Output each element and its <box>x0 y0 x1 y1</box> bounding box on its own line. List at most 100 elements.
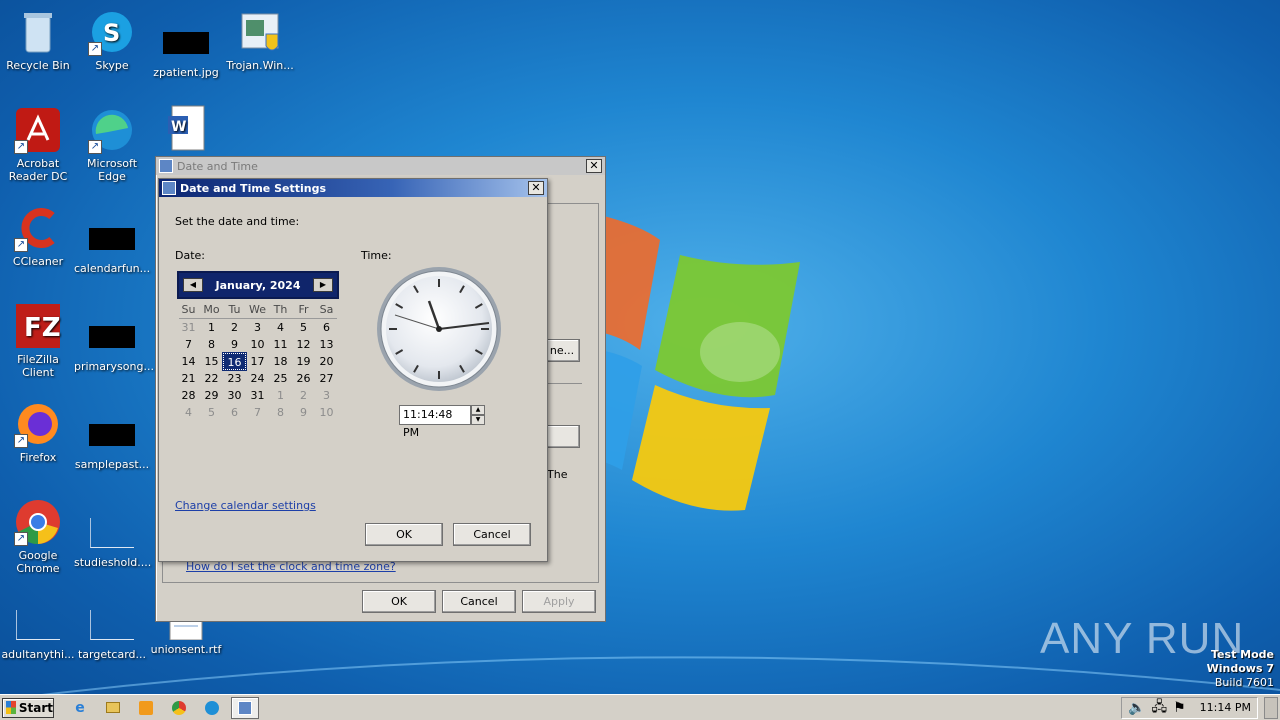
taskbar-ie-icon[interactable]: e <box>66 697 94 719</box>
calendar-day[interactable]: 9 <box>223 336 246 353</box>
calendar-day[interactable]: 23 <box>223 370 246 387</box>
desktop-icon-acrobat[interactable]: ↗ Acrobat Reader DC <box>0 106 76 183</box>
calendar-day[interactable]: 10 <box>246 336 269 353</box>
action-center-flag-icon[interactable]: ⚑ <box>1173 700 1186 716</box>
calendar-day[interactable]: 17 <box>246 353 269 370</box>
calendar-day[interactable]: 7 <box>246 404 269 421</box>
desktop-icon-chrome[interactable]: ↗ Google Chrome <box>0 498 76 575</box>
weekday-sat: Sa <box>319 303 334 316</box>
calendar-day[interactable]: 24 <box>246 370 269 387</box>
change-calendar-settings-link[interactable]: Change calendar settings <box>175 499 316 512</box>
calendar-day[interactable]: 10 <box>315 404 338 421</box>
taskbar-edge-icon[interactable] <box>198 697 226 719</box>
calendar-day[interactable]: 25 <box>269 370 292 387</box>
calendar-day[interactable]: 6 <box>315 319 338 336</box>
desktop-icon-word-doc[interactable]: W <box>148 104 224 155</box>
calendar-day[interactable]: 31 <box>246 387 269 404</box>
time-down-arrow-icon[interactable]: ▼ <box>471 415 485 425</box>
desktop-icon-ccleaner[interactable]: ↗ CCleaner <box>0 204 76 268</box>
calendar-day[interactable]: 31 <box>177 319 200 336</box>
calendar-day[interactable]: 18 <box>269 353 292 370</box>
redacted-thumbnail <box>89 424 135 446</box>
calendar-month-label[interactable]: January, 2024 <box>205 279 311 292</box>
calendar-day[interactable]: 8 <box>200 336 223 353</box>
time-spinner[interactable]: ▲ ▼ <box>471 405 485 425</box>
prev-month-button[interactable]: ◀ <box>183 278 203 292</box>
close-icon[interactable]: ✕ <box>586 159 602 173</box>
skype-icon: S ↗ <box>88 8 136 56</box>
desktop-icon-edge[interactable]: ↗ Microsoft Edge <box>74 106 150 183</box>
taskbar-date-time-icon[interactable] <box>231 696 259 719</box>
outer-partial-button[interactable] <box>546 425 580 448</box>
calendar-day[interactable]: 27 <box>315 370 338 387</box>
calendar-day[interactable]: 5 <box>292 319 315 336</box>
calendar-day[interactable]: 13 <box>315 336 338 353</box>
desktop-icon-targetcard[interactable]: targetcard... <box>74 600 150 661</box>
date-and-time-titlebar[interactable]: Date and Time ✕ <box>156 157 605 175</box>
calendar-day[interactable]: 8 <box>269 404 292 421</box>
outer-cancel-button[interactable]: Cancel <box>442 590 516 613</box>
calendar-day[interactable]: 4 <box>269 319 292 336</box>
outer-ok-button[interactable]: OK <box>362 590 436 613</box>
calendar-day[interactable]: 4 <box>177 404 200 421</box>
desktop-icon-filezilla[interactable]: FZ FileZilla Client <box>0 302 76 379</box>
calendar-day[interactable]: 15 <box>200 353 223 370</box>
calendar-day[interactable]: 14 <box>177 353 200 370</box>
date-time-settings-titlebar[interactable]: Date and Time Settings ✕ <box>159 179 547 197</box>
calendar-day[interactable]: 6 <box>223 404 246 421</box>
network-icon[interactable]: 🖧 <box>1151 696 1167 720</box>
taskbar-explorer-icon[interactable] <box>99 697 127 719</box>
calendar-day[interactable]: 1 <box>269 387 292 404</box>
calendar-day[interactable]: 9 <box>292 404 315 421</box>
calendar-day[interactable]: 22 <box>200 370 223 387</box>
taskbar-chrome-icon[interactable] <box>165 697 193 719</box>
cancel-button[interactable]: Cancel <box>453 523 531 546</box>
calendar-day[interactable]: 20 <box>315 353 338 370</box>
volume-icon[interactable]: 🔈 <box>1128 700 1145 716</box>
desktop-icon-calendarfun[interactable]: calendarfun... <box>74 214 150 275</box>
calendar-day[interactable]: 3 <box>315 387 338 404</box>
desktop-icon-studieshold[interactable]: studieshold.... <box>74 508 151 569</box>
show-desktop-button[interactable] <box>1264 696 1278 719</box>
time-up-arrow-icon[interactable]: ▲ <box>471 405 485 415</box>
calendar-day[interactable]: 11 <box>269 336 292 353</box>
calendar-week-row: 28 29 30 31 1 2 3 <box>177 387 339 404</box>
desktop-icon-trojan[interactable]: Trojan.Win... <box>222 8 298 72</box>
calendar-day[interactable]: 21 <box>177 370 200 387</box>
calendar-day[interactable]: 2 <box>223 319 246 336</box>
taskbar-clock[interactable]: 11:14 PM <box>1200 701 1251 714</box>
recycle-bin-icon <box>14 8 62 56</box>
taskbar-media-player-icon[interactable] <box>132 697 160 719</box>
calendar-day[interactable]: 1 <box>200 319 223 336</box>
next-month-button[interactable]: ▶ <box>313 278 333 292</box>
calendar-day[interactable]: 3 <box>246 319 269 336</box>
calendar-day[interactable]: 19 <box>292 353 315 370</box>
calendar-day[interactable]: 7 <box>177 336 200 353</box>
calendar-day-selected[interactable]: 16 <box>222 352 247 371</box>
desktop-icon-samplepast[interactable]: samplepast... <box>74 410 150 471</box>
calendar-day[interactable]: 26 <box>292 370 315 387</box>
close-icon[interactable]: ✕ <box>528 181 544 195</box>
desktop-icon-zpatient[interactable]: zpatient.jpg <box>148 18 224 79</box>
word-document-icon: W <box>162 104 210 152</box>
desktop-icon-skype[interactable]: S ↗ Skype <box>74 8 150 72</box>
acrobat-icon: ↗ <box>14 106 62 154</box>
instruction-text: Set the date and time: <box>175 215 300 228</box>
desktop-icon-adultanythi[interactable]: adultanythi... <box>0 600 76 661</box>
ok-button[interactable]: OK <box>365 523 443 546</box>
desktop-icon-primarysong[interactable]: primarysong... <box>74 312 154 373</box>
calendar-day[interactable]: 12 <box>292 336 315 353</box>
calendar-day[interactable]: 2 <box>292 387 315 404</box>
change-time-zone-button-partial[interactable]: ne... <box>544 339 580 362</box>
calendar-day[interactable]: 28 <box>177 387 200 404</box>
calendar-day[interactable]: 5 <box>200 404 223 421</box>
desktop-icon-recycle-bin[interactable]: Recycle Bin <box>0 8 76 72</box>
calendar-day[interactable]: 30 <box>223 387 246 404</box>
outer-apply-button[interactable]: Apply <box>522 590 596 613</box>
desktop-icon-firefox[interactable]: ↗ Firefox <box>0 400 76 464</box>
calendar-day[interactable]: 29 <box>200 387 223 404</box>
shortcut-arrow-icon: ↗ <box>14 434 28 448</box>
start-button[interactable]: Start <box>2 697 54 718</box>
time-input[interactable]: 11:14:48 PM <box>399 405 471 439</box>
date-time-window-icon <box>159 159 173 173</box>
